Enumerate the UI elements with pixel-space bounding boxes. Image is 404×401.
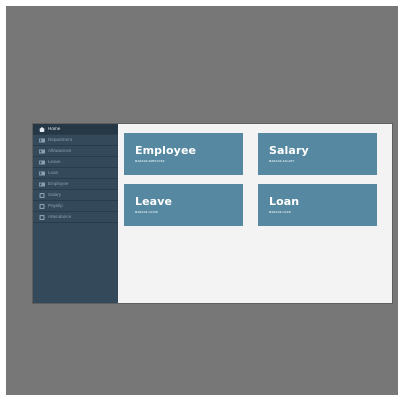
leave-card[interactable]: Leave MANAGE LEAVE (124, 184, 243, 226)
dashboard-content: Employee MANAGE EMPLOYEE Salary MANAGE S… (118, 124, 392, 303)
sidebar-item-employee[interactable]: Employee (33, 179, 118, 190)
sidebar-item-label: Employee (48, 180, 69, 186)
id-card-icon (39, 149, 45, 154)
loan-card[interactable]: Loan MANAGE LOAN (258, 184, 377, 226)
sidebar-item-label: Department (48, 136, 73, 142)
sidebar-item-label: Loan (48, 169, 59, 175)
sidebar-item-label: Allowances (48, 147, 72, 153)
sidebar: Home Department Allowances Leave Loan Em… (33, 124, 118, 303)
sidebar-item-label: Salary (48, 191, 62, 197)
id-card-icon (39, 160, 45, 165)
sidebar-item-loan[interactable]: Loan (33, 168, 118, 179)
sidebar-item-salary[interactable]: Salary (33, 190, 118, 201)
sidebar-item-label: Payslip (48, 202, 63, 208)
sidebar-item-payslip[interactable]: Payslip (33, 201, 118, 212)
square-icon (39, 214, 45, 220)
id-card-icon (39, 138, 45, 143)
salary-card[interactable]: Salary MANAGE SALARY (258, 133, 377, 175)
employee-card[interactable]: Employee MANAGE EMPLOYEE (124, 133, 243, 175)
square-icon (39, 192, 45, 198)
sidebar-item-home[interactable]: Home (33, 124, 118, 135)
card-subtitle: MANAGE EMPLOYEE (135, 160, 165, 163)
card-subtitle: MANAGE LOAN (269, 211, 291, 214)
image-frame: Home Department Allowances Leave Loan Em… (6, 6, 398, 395)
card-title: Employee (135, 144, 197, 157)
square-icon (39, 203, 45, 209)
card-title: Leave (135, 195, 173, 208)
card-title: Loan (269, 195, 300, 208)
home-icon (39, 126, 45, 132)
card-subtitle: MANAGE SALARY (269, 160, 295, 163)
sidebar-item-allowances[interactable]: Allowances (33, 146, 118, 157)
sidebar-item-label: Home (48, 125, 61, 131)
card-subtitle: MANAGE LEAVE (135, 211, 159, 214)
sidebar-item-label: Leave (48, 158, 61, 164)
sidebar-item-department[interactable]: Department (33, 135, 118, 146)
sidebar-item-label: Attendance (48, 213, 72, 219)
app-window: Home Department Allowances Leave Loan Em… (33, 124, 392, 303)
sidebar-item-attendance[interactable]: Attendance (33, 212, 118, 223)
sidebar-item-leave[interactable]: Leave (33, 157, 118, 168)
card-title: Salary (269, 144, 309, 157)
id-card-icon (39, 182, 45, 187)
id-card-icon (39, 171, 45, 176)
